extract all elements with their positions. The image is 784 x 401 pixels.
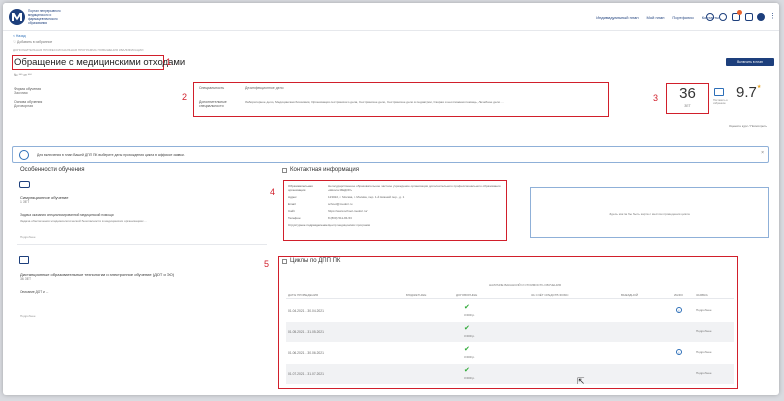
annotation-marker-2: 2	[182, 92, 188, 102]
logo-icon[interactable]	[9, 9, 25, 25]
top-bar: Портал непрерывного медицинского и фарма…	[3, 3, 779, 31]
row-details-link[interactable]: Подробнее	[696, 371, 712, 375]
annotation-marker-1: 1	[166, 57, 172, 67]
row-details-link[interactable]: Подробнее	[696, 350, 712, 354]
table-row[interactable]: 01.05.2021 - 31.05.2021 ✔ 3 000 р. Подро…	[286, 322, 734, 342]
more-menu-icon[interactable]: ⋮	[769, 12, 776, 20]
table-row[interactable]: 01.07.2021 - 31.07.2021 ✔ 3 000 р. Подро…	[286, 364, 734, 384]
favorite-link[interactable]: ♡ Добавить в избранное	[13, 40, 52, 44]
task-text: Задача обеспечения эпидемиологической бе…	[20, 219, 148, 223]
annotation-marker-5: 5	[264, 259, 270, 269]
table-row[interactable]: 01.04.2021 - 30.04.2021 ✔ 3 000 р. i Под…	[286, 301, 734, 321]
info-icon	[19, 150, 29, 160]
cycles-group-header: НАЛИЧИЕ ВАКАНСИЙ И СТОИМОСТЬ ОБУЧЕНИЯ	[489, 283, 561, 287]
annotation-marker-3: 3	[653, 93, 659, 103]
cycles-title: Циклы по ДПП ПК	[290, 258, 341, 264]
chat-icon[interactable]	[745, 13, 753, 21]
app-window: Портал непрерывного медицинского и фарма…	[3, 3, 779, 395]
info-icon[interactable]: i	[676, 349, 682, 355]
star-icon: ★	[756, 84, 762, 90]
check-icon: ✔	[464, 367, 470, 374]
table-row[interactable]: 01.06.2021 - 30.06.2021 ✔ 3 000 р. i Под…	[286, 343, 734, 363]
task-more-link[interactable]: Подробнее	[20, 235, 36, 239]
cycles-header-row: ДАТЫ ПРОВЕДЕНИЯ БЮДЖЕТНЫЕ ДОГОВОРНЫЕ ЗА …	[286, 293, 734, 299]
cycles-toggle[interactable]	[282, 259, 287, 264]
avatar[interactable]	[757, 13, 765, 21]
top-nav: Индивидуальный план Мой план Портфолио К…	[596, 15, 719, 20]
dot-more-link[interactable]: Подробнее	[20, 314, 36, 318]
info-alert: Для включения в план Вашей ДПП ПК выбери…	[12, 146, 769, 163]
dot-title: Дистанционные образовательные технологии…	[20, 272, 175, 277]
monitor-icon	[19, 256, 29, 264]
page-title: Обращение с медицинскими отходами	[14, 57, 186, 68]
divider	[17, 244, 267, 245]
check-icon: ✔	[464, 346, 470, 353]
rating-value: 9.7★	[736, 84, 762, 101]
meta-basis: Основа обучения Договорная	[14, 100, 43, 108]
features-title: Особенности обучения	[20, 167, 85, 173]
enroll-button[interactable]: Включить в план	[726, 58, 774, 66]
info-icon[interactable]: i	[676, 307, 682, 313]
program-number: № *** от ***	[14, 73, 32, 77]
specialty-block: Специальность Дезинфекционное дело Допол…	[199, 86, 504, 108]
hours-counter: 36 ЗЕТ	[666, 83, 709, 114]
dot-sub: Описание ДОТ и ...	[20, 290, 49, 294]
back-link[interactable]: < Назад	[13, 34, 26, 38]
check-icon: ✔	[464, 325, 470, 332]
eye-icon[interactable]	[719, 13, 727, 21]
nav-item-portfolio[interactable]: Портфолио	[672, 15, 693, 20]
nav-item-individual-plan[interactable]: Индивидуальный план	[596, 15, 638, 20]
logo-text: Портал непрерывного медицинского и фарма…	[28, 9, 61, 25]
help-icon[interactable]	[706, 13, 714, 21]
alert-text: Для включения в план Вашей ДПП ПК выбери…	[37, 153, 185, 157]
map-placeholder: Здесь могла бы быть карта с местом прове…	[530, 187, 769, 238]
close-icon[interactable]: ×	[761, 150, 764, 156]
contacts-title: Контактная информация	[290, 167, 359, 173]
simulation-icon	[19, 181, 30, 188]
simulation-value: 1 ЗЕТ	[20, 200, 30, 204]
dot-value: 36 ЗЕТ	[20, 277, 32, 281]
row-details-link[interactable]: Подробнее	[696, 308, 712, 312]
breadcrumb: ДОПОЛНИТЕЛЬНАЯ ПРОФЕССИОНАЛЬНАЯ ПРОГРАММ…	[13, 48, 144, 52]
contacts-table: Образовательная организация Негосударстве…	[288, 184, 501, 227]
book-icon	[714, 88, 724, 96]
row-details-link[interactable]: Подробнее	[696, 329, 712, 333]
check-icon: ✔	[464, 304, 470, 311]
rate-link[interactable]: Оцените курс / Посмотреть	[729, 124, 767, 128]
meta-form: Форма обучения Заочная	[14, 87, 42, 95]
annotation-marker-4: 4	[270, 187, 276, 197]
contacts-toggle[interactable]	[282, 168, 287, 173]
notification-badge	[737, 10, 742, 15]
nav-item-my-plan[interactable]: Мой план	[647, 15, 665, 20]
cursor-icon: ⇱	[577, 376, 585, 386]
task-label: Задача оказания специализированной медиц…	[20, 213, 114, 217]
hours-note[interactable]: Поставить в избранное	[713, 99, 729, 105]
